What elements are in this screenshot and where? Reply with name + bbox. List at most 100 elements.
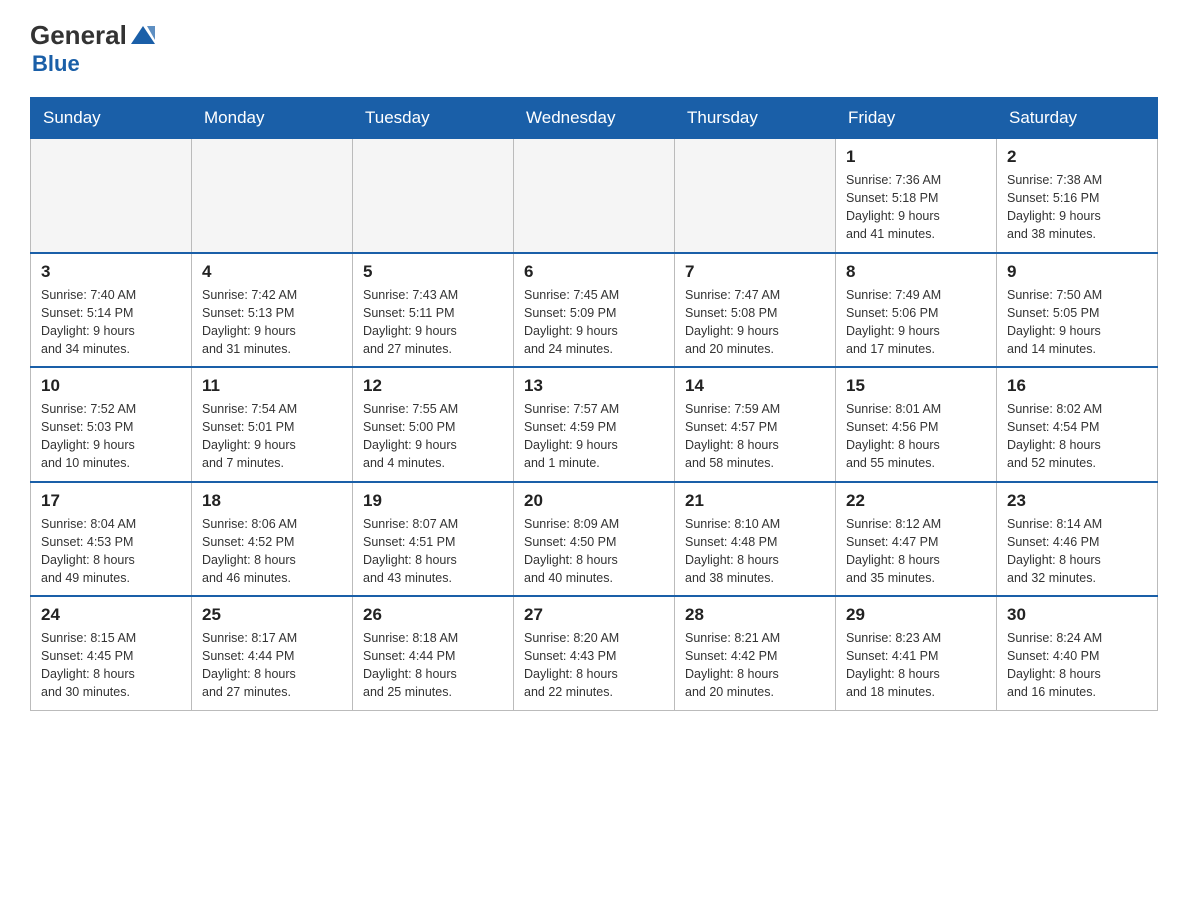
calendar-cell: 24 Sunrise: 8:15 AM Sunset: 4:45 PM Dayli… bbox=[31, 596, 192, 710]
day-info: Sunrise: 8:04 AM Sunset: 4:53 PM Dayligh… bbox=[41, 515, 181, 588]
day-info: Sunrise: 7:38 AM Sunset: 5:16 PM Dayligh… bbox=[1007, 171, 1147, 244]
day-info: Sunrise: 7:55 AM Sunset: 5:00 PM Dayligh… bbox=[363, 400, 503, 473]
calendar-cell: 19 Sunrise: 8:07 AM Sunset: 4:51 PM Dayli… bbox=[353, 482, 514, 597]
logo-triangle-icon bbox=[129, 22, 157, 50]
day-number: 26 bbox=[363, 605, 503, 625]
weekday-header-sunday: Sunday bbox=[31, 98, 192, 139]
day-info: Sunrise: 7:52 AM Sunset: 5:03 PM Dayligh… bbox=[41, 400, 181, 473]
day-info: Sunrise: 7:54 AM Sunset: 5:01 PM Dayligh… bbox=[202, 400, 342, 473]
day-info: Sunrise: 8:18 AM Sunset: 4:44 PM Dayligh… bbox=[363, 629, 503, 702]
calendar-cell: 26 Sunrise: 8:18 AM Sunset: 4:44 PM Dayli… bbox=[353, 596, 514, 710]
calendar-cell bbox=[675, 139, 836, 253]
weekday-header-row: SundayMondayTuesdayWednesdayThursdayFrid… bbox=[31, 98, 1158, 139]
day-info: Sunrise: 7:47 AM Sunset: 5:08 PM Dayligh… bbox=[685, 286, 825, 359]
calendar-cell: 1 Sunrise: 7:36 AM Sunset: 5:18 PM Daylig… bbox=[836, 139, 997, 253]
day-number: 14 bbox=[685, 376, 825, 396]
calendar-cell: 18 Sunrise: 8:06 AM Sunset: 4:52 PM Dayli… bbox=[192, 482, 353, 597]
day-number: 28 bbox=[685, 605, 825, 625]
day-info: Sunrise: 8:07 AM Sunset: 4:51 PM Dayligh… bbox=[363, 515, 503, 588]
calendar-cell: 2 Sunrise: 7:38 AM Sunset: 5:16 PM Daylig… bbox=[997, 139, 1158, 253]
page-header: General Blue bbox=[30, 20, 1158, 77]
calendar-cell: 15 Sunrise: 8:01 AM Sunset: 4:56 PM Dayli… bbox=[836, 367, 997, 482]
calendar-cell: 29 Sunrise: 8:23 AM Sunset: 4:41 PM Dayli… bbox=[836, 596, 997, 710]
calendar-cell bbox=[31, 139, 192, 253]
calendar-cell: 25Sunrise: 8:17 AM Sunset: 4:44 PM Dayli… bbox=[192, 596, 353, 710]
day-info: Sunrise: 8:14 AM Sunset: 4:46 PM Dayligh… bbox=[1007, 515, 1147, 588]
day-number: 21 bbox=[685, 491, 825, 511]
calendar-cell bbox=[192, 139, 353, 253]
day-number: 1 bbox=[846, 147, 986, 167]
day-info: Sunrise: 8:15 AM Sunset: 4:45 PM Dayligh… bbox=[41, 629, 181, 702]
calendar-cell: 3 Sunrise: 7:40 AM Sunset: 5:14 PM Daylig… bbox=[31, 253, 192, 368]
calendar-cell: 10 Sunrise: 7:52 AM Sunset: 5:03 PM Dayli… bbox=[31, 367, 192, 482]
calendar-cell: 27Sunrise: 8:20 AM Sunset: 4:43 PM Dayli… bbox=[514, 596, 675, 710]
logo: General Blue bbox=[30, 20, 157, 77]
day-number: 4 bbox=[202, 262, 342, 282]
calendar-cell: 7 Sunrise: 7:47 AM Sunset: 5:08 PM Daylig… bbox=[675, 253, 836, 368]
calendar-cell: 21Sunrise: 8:10 AM Sunset: 4:48 PM Dayli… bbox=[675, 482, 836, 597]
day-info: Sunrise: 8:23 AM Sunset: 4:41 PM Dayligh… bbox=[846, 629, 986, 702]
day-number: 29 bbox=[846, 605, 986, 625]
day-number: 19 bbox=[363, 491, 503, 511]
day-number: 16 bbox=[1007, 376, 1147, 396]
day-info: Sunrise: 7:49 AM Sunset: 5:06 PM Dayligh… bbox=[846, 286, 986, 359]
day-number: 20 bbox=[524, 491, 664, 511]
day-number: 9 bbox=[1007, 262, 1147, 282]
day-number: 15 bbox=[846, 376, 986, 396]
day-number: 25 bbox=[202, 605, 342, 625]
logo-blue-text: Blue bbox=[32, 51, 80, 77]
day-number: 12 bbox=[363, 376, 503, 396]
day-info: Sunrise: 7:57 AM Sunset: 4:59 PM Dayligh… bbox=[524, 400, 664, 473]
day-info: Sunrise: 8:01 AM Sunset: 4:56 PM Dayligh… bbox=[846, 400, 986, 473]
logo-general: General bbox=[30, 20, 127, 51]
day-number: 8 bbox=[846, 262, 986, 282]
day-info: Sunrise: 8:09 AM Sunset: 4:50 PM Dayligh… bbox=[524, 515, 664, 588]
day-number: 2 bbox=[1007, 147, 1147, 167]
calendar-cell: 6 Sunrise: 7:45 AM Sunset: 5:09 PM Daylig… bbox=[514, 253, 675, 368]
calendar-cell: 20 Sunrise: 8:09 AM Sunset: 4:50 PM Dayli… bbox=[514, 482, 675, 597]
calendar-cell: 28Sunrise: 8:21 AM Sunset: 4:42 PM Dayli… bbox=[675, 596, 836, 710]
day-info: Sunrise: 7:42 AM Sunset: 5:13 PM Dayligh… bbox=[202, 286, 342, 359]
day-number: 23 bbox=[1007, 491, 1147, 511]
day-number: 6 bbox=[524, 262, 664, 282]
day-number: 24 bbox=[41, 605, 181, 625]
day-number: 11 bbox=[202, 376, 342, 396]
day-info: Sunrise: 8:24 AM Sunset: 4:40 PM Dayligh… bbox=[1007, 629, 1147, 702]
day-info: Sunrise: 8:06 AM Sunset: 4:52 PM Dayligh… bbox=[202, 515, 342, 588]
calendar-cell bbox=[353, 139, 514, 253]
calendar-cell: 8 Sunrise: 7:49 AM Sunset: 5:06 PM Daylig… bbox=[836, 253, 997, 368]
calendar-week-row: 24 Sunrise: 8:15 AM Sunset: 4:45 PM Dayli… bbox=[31, 596, 1158, 710]
calendar-cell: 14 Sunrise: 7:59 AM Sunset: 4:57 PM Dayli… bbox=[675, 367, 836, 482]
day-info: Sunrise: 7:36 AM Sunset: 5:18 PM Dayligh… bbox=[846, 171, 986, 244]
calendar-cell: 16Sunrise: 8:02 AM Sunset: 4:54 PM Dayli… bbox=[997, 367, 1158, 482]
day-number: 3 bbox=[41, 262, 181, 282]
weekday-header-thursday: Thursday bbox=[675, 98, 836, 139]
day-info: Sunrise: 8:12 AM Sunset: 4:47 PM Dayligh… bbox=[846, 515, 986, 588]
day-info: Sunrise: 8:20 AM Sunset: 4:43 PM Dayligh… bbox=[524, 629, 664, 702]
calendar-cell: 9Sunrise: 7:50 AM Sunset: 5:05 PM Daylig… bbox=[997, 253, 1158, 368]
day-info: Sunrise: 7:43 AM Sunset: 5:11 PM Dayligh… bbox=[363, 286, 503, 359]
day-number: 22 bbox=[846, 491, 986, 511]
calendar-week-row: 17 Sunrise: 8:04 AM Sunset: 4:53 PM Dayli… bbox=[31, 482, 1158, 597]
weekday-header-saturday: Saturday bbox=[997, 98, 1158, 139]
day-number: 18 bbox=[202, 491, 342, 511]
calendar-week-row: 3 Sunrise: 7:40 AM Sunset: 5:14 PM Daylig… bbox=[31, 253, 1158, 368]
day-info: Sunrise: 7:40 AM Sunset: 5:14 PM Dayligh… bbox=[41, 286, 181, 359]
calendar-cell: 11 Sunrise: 7:54 AM Sunset: 5:01 PM Dayli… bbox=[192, 367, 353, 482]
day-number: 7 bbox=[685, 262, 825, 282]
day-number: 10 bbox=[41, 376, 181, 396]
day-number: 17 bbox=[41, 491, 181, 511]
calendar-cell: 13Sunrise: 7:57 AM Sunset: 4:59 PM Dayli… bbox=[514, 367, 675, 482]
calendar-cell: 22 Sunrise: 8:12 AM Sunset: 4:47 PM Dayli… bbox=[836, 482, 997, 597]
calendar-cell: 17 Sunrise: 8:04 AM Sunset: 4:53 PM Dayli… bbox=[31, 482, 192, 597]
day-info: Sunrise: 7:45 AM Sunset: 5:09 PM Dayligh… bbox=[524, 286, 664, 359]
day-number: 5 bbox=[363, 262, 503, 282]
calendar-cell: 23 Sunrise: 8:14 AM Sunset: 4:46 PM Dayli… bbox=[997, 482, 1158, 597]
weekday-header-monday: Monday bbox=[192, 98, 353, 139]
calendar-cell bbox=[514, 139, 675, 253]
calendar-week-row: 1 Sunrise: 7:36 AM Sunset: 5:18 PM Daylig… bbox=[31, 139, 1158, 253]
weekday-header-wednesday: Wednesday bbox=[514, 98, 675, 139]
calendar-cell: 4 Sunrise: 7:42 AM Sunset: 5:13 PM Daylig… bbox=[192, 253, 353, 368]
weekday-header-tuesday: Tuesday bbox=[353, 98, 514, 139]
day-info: Sunrise: 7:59 AM Sunset: 4:57 PM Dayligh… bbox=[685, 400, 825, 473]
